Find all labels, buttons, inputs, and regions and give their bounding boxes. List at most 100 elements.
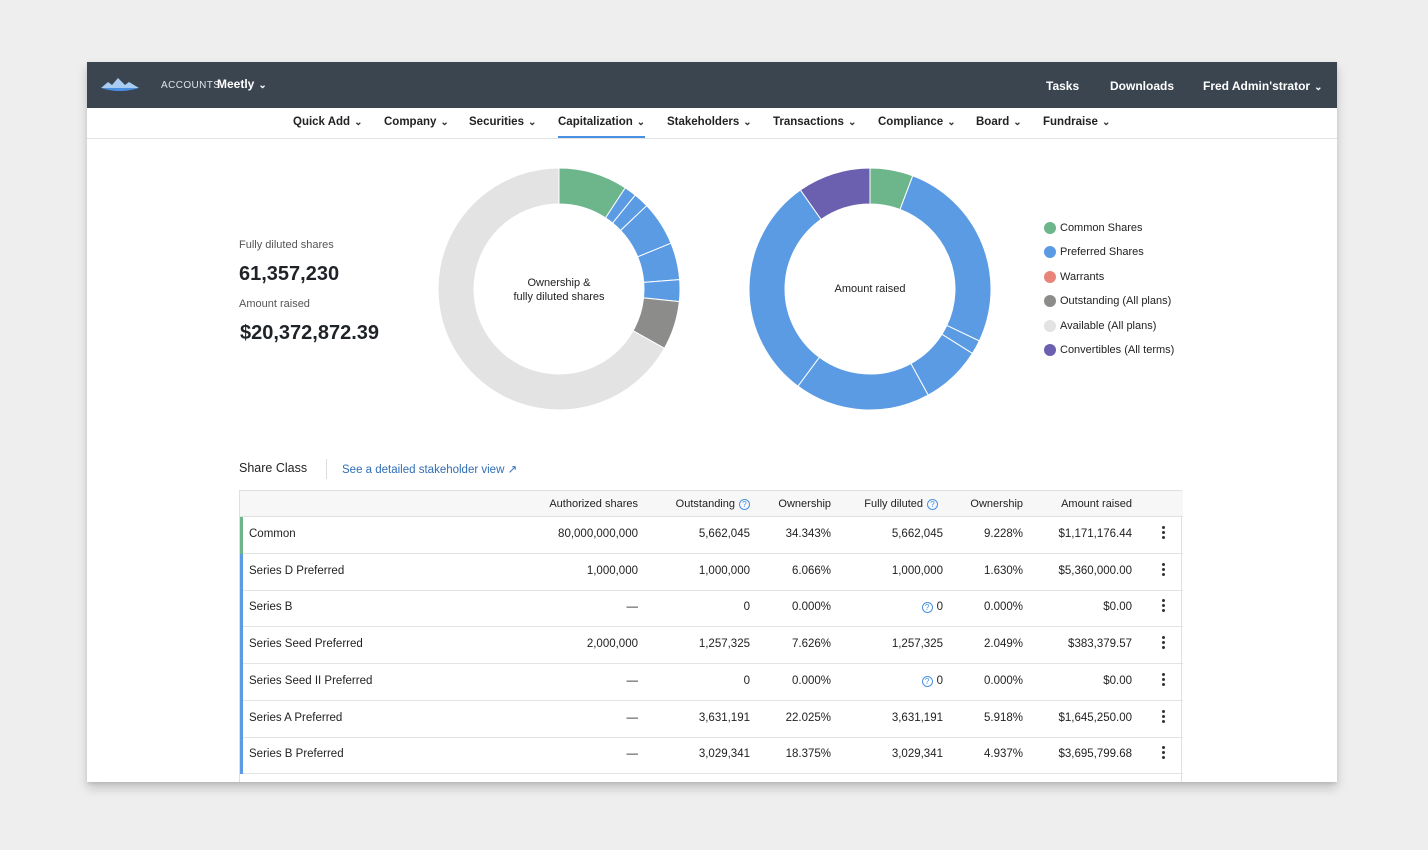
share-type-indicator bbox=[240, 590, 243, 628]
legend-label: Warrants bbox=[1060, 271, 1105, 283]
nav-quick-add[interactable]: Quick Add ⌄ bbox=[293, 116, 362, 138]
amount-raised: $3,695,799.68 bbox=[1058, 748, 1132, 761]
ownership-pct: 7.626% bbox=[791, 638, 831, 651]
fully-diluted-shares: ? 0 bbox=[921, 675, 943, 687]
outstanding-shares: 0 bbox=[743, 601, 750, 614]
amount-raised: $383,379.57 bbox=[1068, 638, 1132, 651]
ownership-pct: 0.000% bbox=[791, 601, 831, 614]
main-nav: Quick Add ⌄ Company ⌄ Securities ⌄ Capitali… bbox=[87, 108, 1337, 139]
outstanding-shares: 0 bbox=[743, 674, 750, 687]
table-row[interactable]: Series D Preferred 1,000,000 1,000,000 6.06… bbox=[240, 553, 1183, 591]
fd-ownership-pct: 1.630% bbox=[983, 564, 1023, 577]
share-class-name: Common bbox=[249, 528, 296, 540]
more-options-icon[interactable] bbox=[1160, 746, 1166, 761]
nav-compliance[interactable]: Compliance ⌄ bbox=[878, 116, 956, 138]
outstanding-shares: 5,662,045 bbox=[698, 528, 750, 540]
ownership-donut-center: Ownership & fully diluted shares bbox=[484, 276, 634, 304]
donut-slice-preferred[interactable] bbox=[899, 175, 992, 342]
donut-slice-preferred[interactable] bbox=[797, 356, 929, 411]
amount-raised: $5,360,000.00 bbox=[1058, 564, 1132, 577]
outstanding-shares: 3,029,341 bbox=[698, 748, 750, 761]
more-options-icon[interactable] bbox=[1160, 526, 1166, 541]
share-class-name: Series B bbox=[249, 601, 293, 614]
amount-raised: $1,645,250.00 bbox=[1058, 711, 1132, 724]
nav-securities[interactable]: Securities ⌄ bbox=[469, 116, 536, 138]
table-row[interactable]: Series Seed Preferred 2,000,000 1,257,325 7… bbox=[240, 627, 1183, 665]
chevron-down-icon: ⌄ bbox=[258, 80, 267, 91]
nav-label: Transactions bbox=[773, 116, 844, 128]
legend-dot bbox=[1044, 295, 1056, 307]
ownership-pct: 18.375% bbox=[785, 748, 831, 761]
amount-raised-label: Amount raised bbox=[239, 298, 310, 310]
more-options-icon[interactable] bbox=[1160, 636, 1166, 651]
fully-diluted-shares: 3,631,191 bbox=[892, 712, 943, 724]
col-authorized: Authorized shares bbox=[549, 498, 638, 510]
outstanding-shares: 3,631,191 bbox=[698, 711, 750, 724]
user-name: Fred Admin'strator bbox=[1203, 79, 1311, 93]
help-icon[interactable]: ? bbox=[927, 499, 938, 510]
col-outstanding: Outstanding? bbox=[676, 498, 750, 510]
nav-label: Company bbox=[384, 116, 437, 128]
company-name: Meetly bbox=[217, 77, 255, 91]
logo-icon[interactable] bbox=[101, 76, 139, 94]
table-row[interactable]: Common 80,000,000,000 5,662,045 34.343% 5,66… bbox=[240, 517, 1183, 554]
help-icon[interactable]: ? bbox=[921, 602, 933, 614]
nav-capitalization[interactable]: Capitalization ⌄ bbox=[558, 116, 646, 138]
share-class-name: Series A Preferred bbox=[249, 711, 343, 724]
tasks-link[interactable]: Tasks bbox=[1046, 79, 1079, 93]
fully-diluted-shares: ? 0 bbox=[921, 601, 943, 614]
fully-diluted-value: 3,029,341 bbox=[891, 748, 943, 761]
chevron-down-icon: ⌄ bbox=[1101, 117, 1111, 128]
help-icon[interactable]: ? bbox=[739, 499, 750, 510]
nav-transactions[interactable]: Transactions ⌄ bbox=[773, 116, 856, 138]
table-row[interactable]: Series Seed II Preferred —0 0.000%? 0 0.000%… bbox=[240, 663, 1183, 701]
downloads-link[interactable]: Downloads bbox=[1110, 79, 1174, 93]
table-row[interactable]: Series B —0 0.000%? 0 0.000% $0.00 bbox=[240, 590, 1183, 628]
share-type-indicator bbox=[240, 737, 243, 775]
legend-dot bbox=[1044, 271, 1056, 283]
amount-raised-value: $20,372,872.39 bbox=[240, 322, 380, 344]
col-ownership: Ownership bbox=[778, 498, 831, 510]
authorized-shares: 1,000,000 bbox=[586, 564, 638, 577]
nav-label: Fundraise bbox=[1043, 116, 1098, 128]
fully-diluted-value: 1,000,000 bbox=[891, 564, 943, 577]
chevron-down-icon: ⌄ bbox=[847, 117, 857, 128]
fully-diluted-shares: 1,000,000 bbox=[892, 565, 943, 577]
fully-diluted-shares: 5,662,045 bbox=[892, 528, 943, 540]
more-options-icon[interactable] bbox=[1160, 709, 1166, 725]
top-bar: ACCOUNTS Meetly ⌄ Tasks Downloads Fred Ad… bbox=[87, 62, 1337, 108]
amount-raised: $1,171,176.44 bbox=[1058, 528, 1132, 540]
fd-ownership-pct: 5.918% bbox=[983, 711, 1023, 724]
table-row[interactable]: Series A Preferred — 3,631,191 22.025% 3,631… bbox=[240, 700, 1183, 738]
nav-board[interactable]: Board ⌄ bbox=[976, 116, 1022, 138]
fully-diluted-label: Fully diluted shares bbox=[239, 239, 334, 251]
user-menu[interactable]: Fred Admin'strator ⌄ bbox=[1203, 79, 1322, 93]
fd-ownership-pct: 0.000% bbox=[983, 601, 1023, 614]
table-row[interactable]: Series B Preferred — 3,029,341 18.375% 3,029… bbox=[240, 737, 1183, 775]
legend-dot bbox=[1044, 246, 1056, 258]
nav-label: Capitalization bbox=[558, 116, 633, 128]
fully-diluted-value: 3,631,191 bbox=[891, 711, 943, 724]
help-icon[interactable]: ? bbox=[921, 675, 933, 687]
fully-diluted-value: 0 bbox=[936, 601, 943, 614]
company-switcher[interactable]: Meetly ⌄ bbox=[217, 77, 267, 91]
nav-fundraise[interactable]: Fundraise ⌄ bbox=[1043, 116, 1110, 138]
chevron-down-icon: ⌄ bbox=[636, 117, 646, 128]
share-class-name: Series Seed Preferred bbox=[249, 638, 363, 651]
more-options-icon[interactable] bbox=[1160, 599, 1166, 614]
fd-ownership-pct: 0.000% bbox=[983, 674, 1023, 687]
nav-stakeholders[interactable]: Stakeholders ⌄ bbox=[667, 116, 752, 138]
ownership-pct: 6.066% bbox=[791, 564, 831, 577]
nav-company[interactable]: Company ⌄ bbox=[384, 116, 449, 138]
donut-center-line: fully diluted shares bbox=[513, 291, 605, 303]
fd-ownership-pct: 4.937% bbox=[983, 748, 1023, 761]
donut-center-line: Ownership & bbox=[527, 277, 591, 289]
col-label: Fully diluted bbox=[864, 498, 923, 510]
more-options-icon[interactable] bbox=[1160, 562, 1166, 578]
more-options-icon[interactable] bbox=[1160, 672, 1166, 688]
fully-diluted-value: 1,257,325 bbox=[891, 638, 943, 651]
chevron-down-icon: ⌄ bbox=[354, 117, 363, 128]
stakeholder-view-link[interactable]: See a detailed stakeholder view ↗ bbox=[342, 462, 517, 476]
authorized-shares: 80,000,000,000 bbox=[558, 528, 638, 540]
share-class-name: Series D Preferred bbox=[249, 564, 345, 577]
